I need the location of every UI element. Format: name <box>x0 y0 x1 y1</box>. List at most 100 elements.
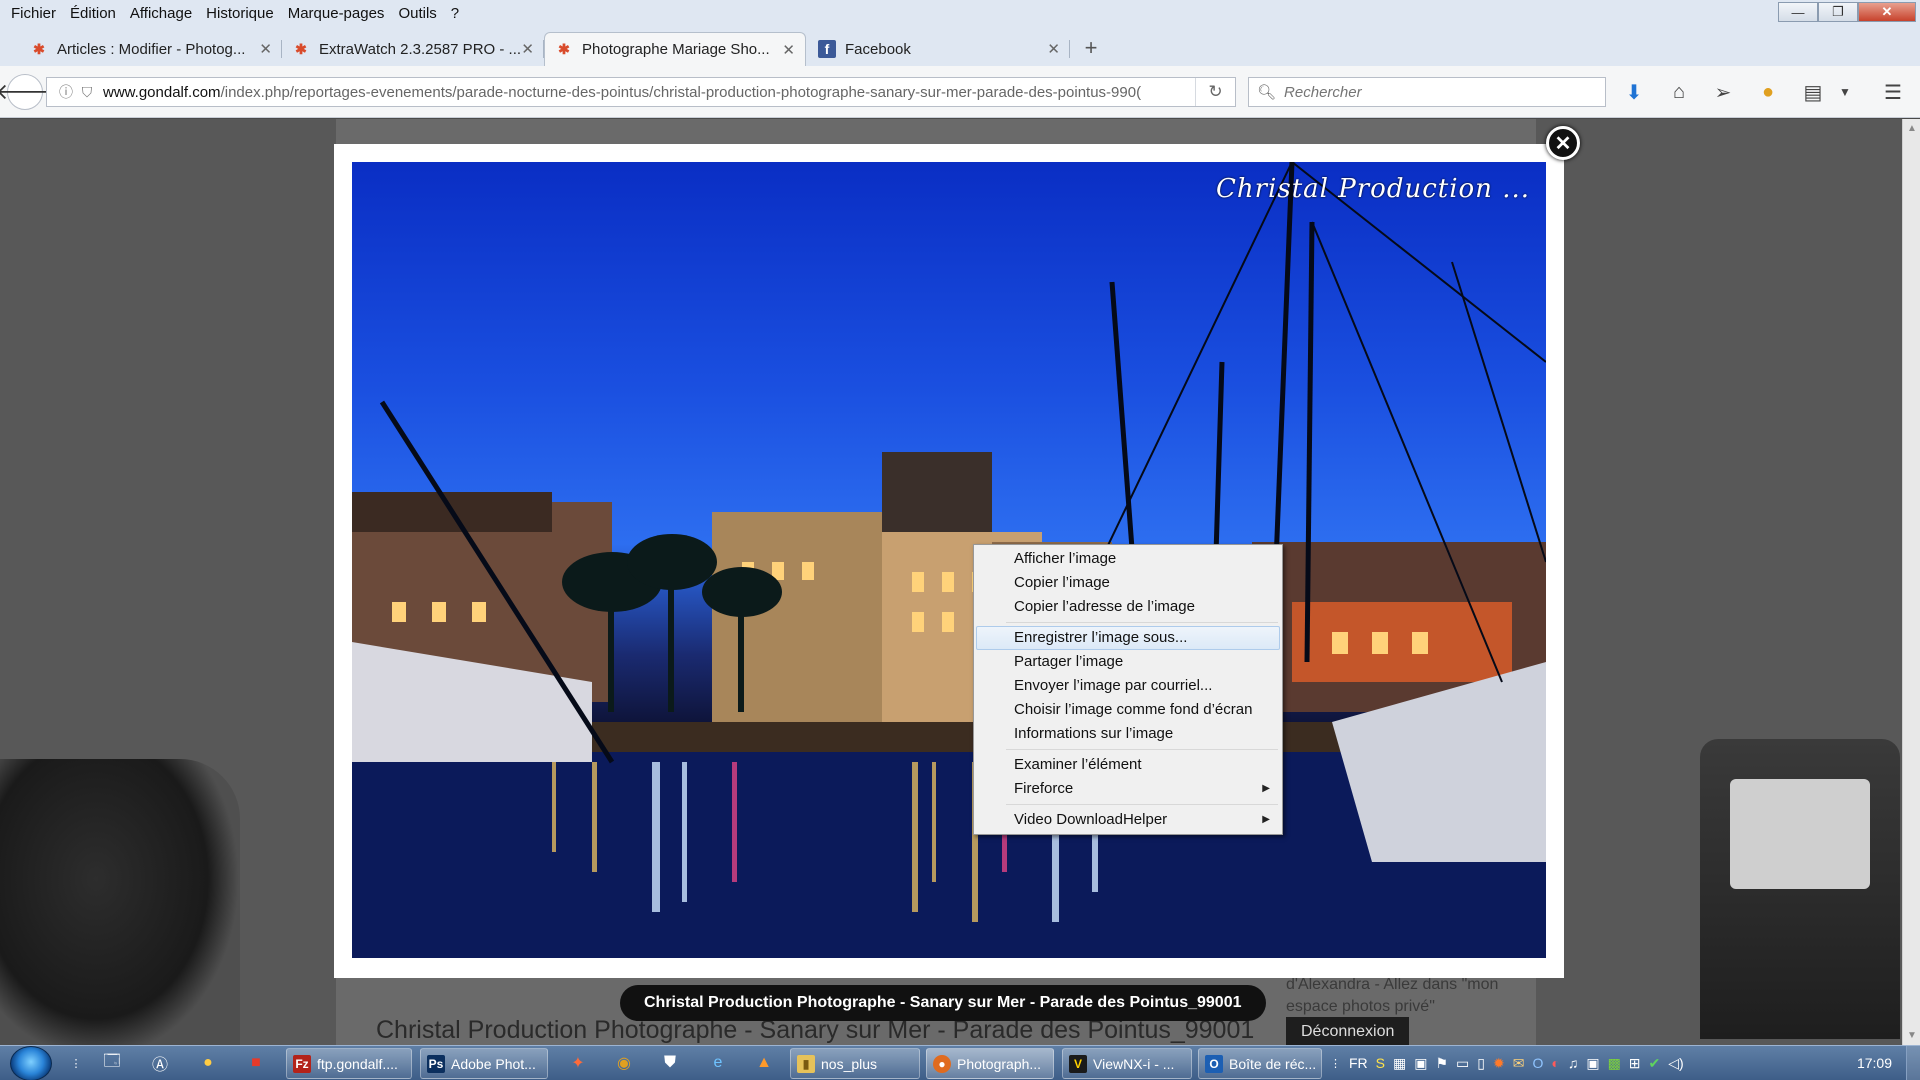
task-photoshop[interactable]: Ps Adobe Phot... <box>420 1048 548 1079</box>
ctx-video-downloadhelper[interactable]: Video DownloadHelper ▶ <box>976 808 1280 832</box>
tray-device-icon[interactable]: ▣ <box>1414 1055 1427 1072</box>
app-tray-icon-3[interactable]: ⛊ <box>658 1050 682 1076</box>
tray-network-status-icon[interactable]: ⊞ <box>1629 1055 1641 1072</box>
tab-photographe[interactable]: ✱ Photographe Mariage Sho... ✕ <box>544 32 806 66</box>
close-tab-icon[interactable]: ✕ <box>1047 40 1060 58</box>
task-filezilla[interactable]: Fz ftp.gondalf.... <box>286 1048 412 1079</box>
tab-extrawatch[interactable]: ✱ ExtraWatch 2.3.2587 PRO - ... ✕ <box>282 32 544 66</box>
menu-help[interactable]: ? <box>444 5 466 22</box>
tray-speaker-icon[interactable]: ♫ <box>1568 1055 1579 1071</box>
reload-icon[interactable]: ↻ <box>1195 78 1235 106</box>
minimize-button[interactable]: — <box>1778 2 1818 22</box>
menu-outils[interactable]: Outils <box>391 5 443 22</box>
menu-historique[interactable]: Historique <box>199 5 281 22</box>
tray-flag-icon[interactable]: ⚑ <box>1435 1055 1448 1072</box>
navigation-bar: 🡐 ⓘ ⛉ www.gondalf.com/index.php/reportag… <box>0 66 1920 118</box>
restore-button[interactable]: ❐ <box>1818 2 1858 22</box>
system-tray: ⋮ FR S ▦ ▣ ⚑ ▭ ▯ ✹ ✉ O ◐ ♫ ▣ ▩ ⊞ ✔ ◁) <box>1330 1050 1684 1076</box>
tray-monitor-icon[interactable]: ▣ <box>1586 1055 1599 1072</box>
search-input[interactable] <box>1284 83 1585 101</box>
task-label: Boîte de réc... <box>1229 1055 1317 1072</box>
close-tab-icon[interactable]: ✕ <box>521 40 534 58</box>
hamburger-menu-icon[interactable]: ☰ <box>1880 79 1906 105</box>
lightbox-close-button[interactable]: ✕ <box>1546 126 1580 160</box>
clock[interactable]: 17:09 <box>1857 1055 1892 1071</box>
ctx-copy-image[interactable]: Copier l’image <box>976 571 1280 595</box>
tray-check-icon[interactable]: ✔ <box>1649 1055 1661 1072</box>
tray-outlook-icon[interactable]: O <box>1532 1055 1543 1071</box>
chevron-down-icon[interactable]: ▼ <box>1832 79 1858 105</box>
back-button[interactable]: 🡐 <box>0 74 55 110</box>
app-paw-icon[interactable]: ● <box>196 1050 220 1076</box>
tray-usb-icon[interactable]: ▯ <box>1477 1055 1485 1072</box>
close-tab-icon[interactable]: ✕ <box>782 41 795 59</box>
language-indicator[interactable]: FR <box>1349 1055 1368 1071</box>
joomla-icon: ✱ <box>33 40 45 57</box>
logout-button[interactable]: Déconnexion <box>1286 1017 1410 1045</box>
ctx-save-image-as[interactable]: Enregistrer l’image sous... <box>976 626 1280 650</box>
extension-color-icon[interactable]: ● <box>1755 79 1781 105</box>
url-text[interactable]: www.gondalf.com/index.php/reportages-eve… <box>103 84 1173 101</box>
ie-icon[interactable]: e <box>706 1050 730 1076</box>
app-a-icon[interactable]: Ⓐ <box>148 1050 172 1076</box>
tray-antivirus-icon[interactable]: ◐ <box>1551 1055 1559 1071</box>
info-icon[interactable]: ⓘ <box>55 82 77 102</box>
task-firefox[interactable]: ● Photograph... <box>926 1048 1054 1079</box>
ctx-share-image[interactable]: Partager l’image <box>976 650 1280 674</box>
menu-marque-pages[interactable]: Marque-pages <box>281 5 392 22</box>
home-icon[interactable]: ⌂ <box>1666 79 1692 105</box>
tab-title: Photographe Mariage Sho... <box>582 41 770 58</box>
show-desktop-button[interactable] <box>1906 1046 1920 1080</box>
harbor-photo[interactable]: Christal Production ... <box>352 162 1546 958</box>
folder-icon: ▮ <box>797 1054 815 1073</box>
task-viewnx[interactable]: V ViewNX-i - ... <box>1062 1048 1192 1079</box>
close-tab-icon[interactable]: ✕ <box>259 40 272 58</box>
app-red-icon[interactable]: ■ <box>244 1050 268 1076</box>
ctx-email-image[interactable]: Envoyer l’image par courriel... <box>976 674 1280 698</box>
app-tray-icon-2[interactable]: ◉ <box>612 1050 636 1076</box>
quicklaunch-grip-icon: ⋮ <box>70 1057 82 1070</box>
tab-articles[interactable]: ✱ Articles : Modifier - Photog... ✕ <box>20 32 282 66</box>
start-button[interactable] <box>10 1046 52 1080</box>
task-outlook[interactable]: O Boîte de réc... <box>1198 1048 1322 1079</box>
menu-affichage[interactable]: Affichage <box>123 5 199 22</box>
vlc-icon[interactable]: ▲ <box>752 1050 776 1076</box>
context-menu: Afficher l’image Copier l’image Copier l… <box>973 544 1283 835</box>
url-bar[interactable]: ⓘ ⛉ www.gondalf.com/index.php/reportages… <box>46 77 1236 107</box>
ctx-fireforce[interactable]: Fireforce ▶ <box>976 777 1280 801</box>
menu-fichier[interactable]: Fichier <box>4 5 63 22</box>
firefox-icon: ● <box>933 1054 951 1073</box>
photo-watermark: Christal Production ... <box>1215 174 1530 204</box>
clipboard-icon[interactable]: ▤ <box>1800 79 1826 105</box>
tray-volume-icon[interactable]: ◁) <box>1668 1055 1683 1072</box>
ctx-view-image[interactable]: Afficher l’image <box>976 547 1280 571</box>
tray-display-icon[interactable]: ▭ <box>1456 1055 1469 1072</box>
new-tab-button[interactable]: + <box>1078 32 1104 64</box>
app-tray-icon-1[interactable]: ✦ <box>566 1050 590 1076</box>
send-icon[interactable]: ➢ <box>1710 79 1736 105</box>
tray-nvidia-icon[interactable]: ▩ <box>1608 1055 1621 1072</box>
skype-icon[interactable]: S <box>1376 1055 1385 1071</box>
task-folder-nos-plus[interactable]: ▮ nos_plus <box>790 1048 920 1079</box>
viewnx-icon: V <box>1069 1054 1087 1073</box>
search-bar[interactable]: 🔍︎ <box>1248 77 1606 107</box>
outlook-icon: O <box>1205 1054 1223 1073</box>
tab-facebook[interactable]: f Facebook ✕ <box>808 32 1070 66</box>
tab-bar: ✱ Articles : Modifier - Photog... ✕ ✱ Ex… <box>0 26 1920 66</box>
ctx-copy-image-address[interactable]: Copier l’adresse de l’image <box>976 595 1280 619</box>
ctx-image-info[interactable]: Informations sur l’image <box>976 722 1280 746</box>
menu-edition[interactable]: Édition <box>63 5 123 22</box>
tray-mail-icon[interactable]: ✉ <box>1513 1055 1525 1072</box>
download-icon[interactable]: ⬇ <box>1621 79 1647 105</box>
page-scrollbar[interactable]: ▲ ▼ <box>1902 119 1920 1045</box>
joomla-icon: ✱ <box>295 40 307 57</box>
submenu-arrow-icon: ▶ <box>1262 783 1270 794</box>
menu-separator <box>1006 804 1278 805</box>
tray-fire-icon[interactable]: ✹ <box>1493 1055 1505 1072</box>
shield-icon[interactable]: ⛉ <box>77 84 97 101</box>
ctx-inspect-element[interactable]: Examiner l’élément <box>976 753 1280 777</box>
tray-network-icon[interactable]: ▦ <box>1393 1055 1406 1072</box>
close-window-button[interactable]: ✕ <box>1858 2 1916 22</box>
ctx-set-as-wallpaper[interactable]: Choisir l’image comme fond d’écran <box>976 698 1280 722</box>
explorer-icon[interactable]: 🗔 <box>100 1050 124 1076</box>
